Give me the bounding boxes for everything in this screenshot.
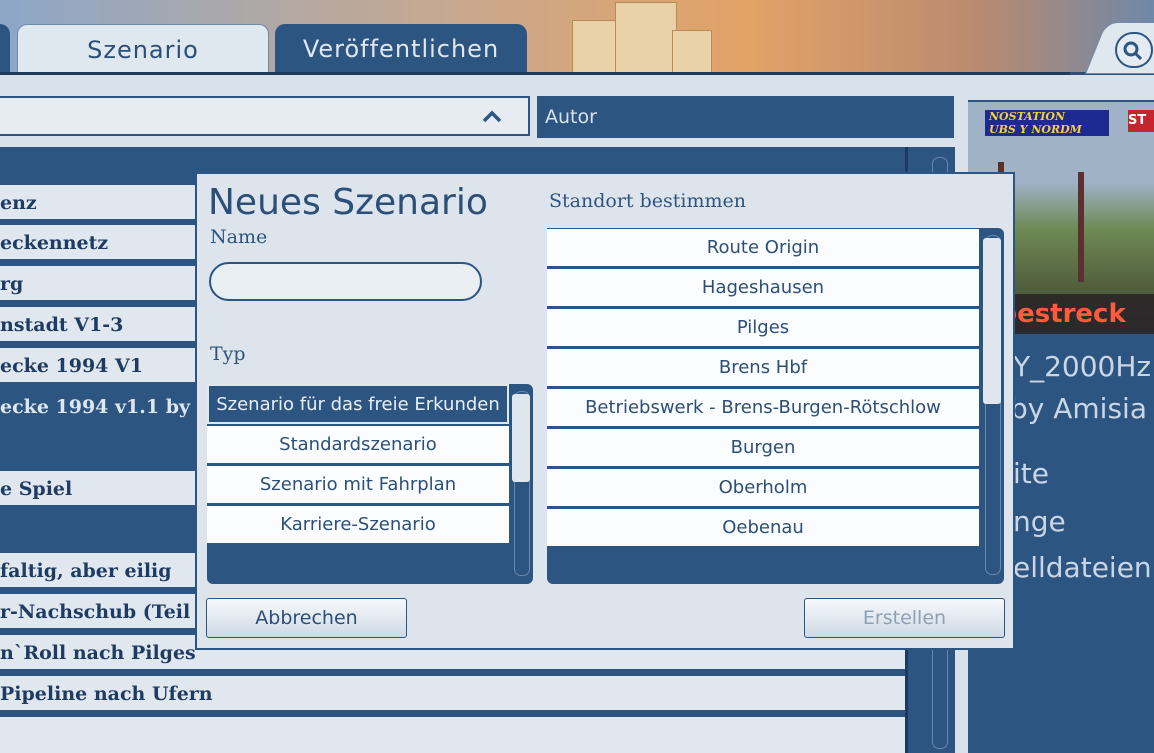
dialog-title: Neues Szenario (208, 182, 488, 223)
type-item-career[interactable]: Karriere-Szenario (207, 506, 509, 546)
type-label: Typ (210, 343, 246, 365)
route-author: by Amisia (1010, 392, 1147, 425)
location-scrollbar-thumb[interactable] (983, 238, 1001, 404)
chevron-up-icon[interactable] (480, 108, 504, 124)
name-label: Name (210, 226, 268, 248)
type-item-standard[interactable]: Standardszenario (207, 426, 509, 466)
type-item-free-roam[interactable]: Szenario für das freie Erkunden (207, 384, 509, 424)
type-item-timetable[interactable]: Szenario mit Fahrplan (207, 466, 509, 506)
type-scrollbar-thumb[interactable] (512, 394, 530, 482)
location-item[interactable]: Oebenau (547, 509, 979, 546)
tab-previous[interactable] (0, 24, 10, 74)
signal-mast (1078, 172, 1084, 282)
tab-szenario[interactable]: Szenario (17, 24, 269, 75)
tab-veroeffentlichen[interactable]: Veröffentlichen (275, 24, 527, 74)
building-graphic (615, 2, 677, 74)
location-item[interactable]: Brens Hbf (547, 349, 979, 386)
route-logo: NOSTATION UBS Y NORDM (985, 110, 1109, 136)
detail-link[interactable]: elldateien (1013, 551, 1152, 584)
create-button[interactable]: Erstellen (804, 598, 1005, 638)
route-logo-secondary: ST (1128, 110, 1154, 132)
filter-dropdown[interactable] (0, 96, 530, 136)
location-item[interactable]: Betriebswerk - Brens-Burgen-Rötschlow (547, 389, 979, 426)
location-item[interactable]: Burgen (547, 429, 979, 466)
route-name: Y_2000Hz (1013, 350, 1152, 383)
location-label: Standort bestimmen (549, 190, 746, 212)
detail-link[interactable]: nge (1013, 505, 1066, 538)
cancel-button[interactable]: Abbrechen (206, 598, 407, 638)
location-item[interactable]: Pilges (547, 309, 979, 346)
detail-link[interactable]: ite (1013, 457, 1049, 490)
search-button[interactable] (1115, 32, 1153, 68)
building-graphic (672, 30, 712, 74)
list-item[interactable]: Pipeline nach Ufern (0, 676, 905, 713)
list-item[interactable] (0, 717, 905, 753)
location-item[interactable]: Route Origin (547, 229, 979, 266)
author-filter[interactable]: Autor (537, 96, 954, 138)
search-icon (1123, 41, 1143, 61)
building-graphic (572, 20, 620, 74)
name-input[interactable] (209, 262, 482, 301)
location-item[interactable]: Hageshausen (547, 269, 979, 306)
location-item[interactable]: Oberholm (547, 469, 979, 506)
